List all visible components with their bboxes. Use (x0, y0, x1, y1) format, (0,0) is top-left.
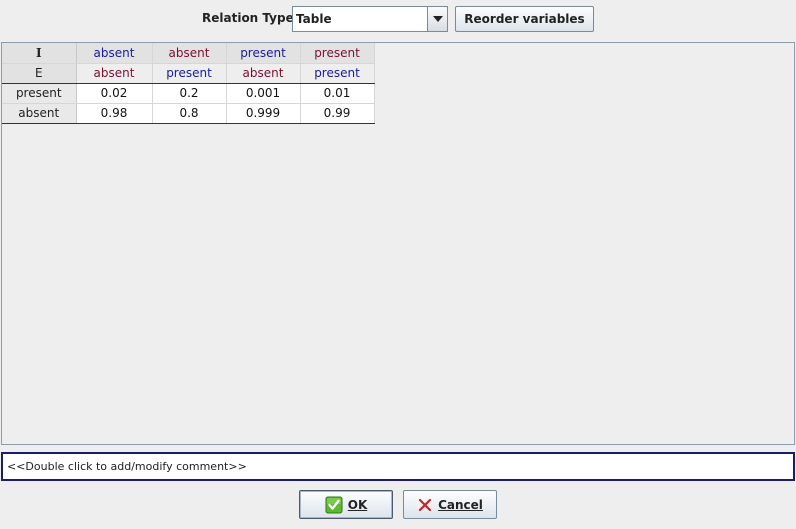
header-cell[interactable]: present (226, 43, 301, 64)
dropdown-arrow-button[interactable] (427, 7, 447, 31)
ok-label: OK (347, 497, 368, 512)
check-icon (325, 496, 343, 513)
variable-header-i: I (2, 43, 77, 64)
ok-button[interactable]: OK (299, 490, 393, 519)
cancel-label: Cancel (438, 497, 483, 512)
relation-type-value: Table (296, 12, 332, 26)
table-row: present 0.02 0.2 0.001 0.01 (2, 83, 375, 104)
probability-cell[interactable]: 0.8 (152, 103, 227, 124)
reorder-variables-button[interactable]: Reorder variables (455, 6, 594, 32)
table-row: absent 0.98 0.8 0.999 0.99 (2, 103, 375, 124)
relation-editor-dialog: Relation Type: Table Reorder variables I… (0, 0, 796, 529)
probability-cell[interactable]: 0.99 (300, 103, 375, 124)
probability-cell[interactable]: 0.02 (76, 83, 153, 104)
header-row-i: I absent absent present present (2, 43, 375, 64)
chevron-down-icon (433, 16, 443, 22)
probability-cell[interactable]: 0.2 (152, 83, 227, 104)
header-cell[interactable]: absent (152, 43, 227, 64)
cpt-table-panel: I absent absent present present E absent… (1, 42, 795, 445)
cancel-button[interactable]: Cancel (403, 490, 497, 519)
probability-cell[interactable]: 0.98 (76, 103, 153, 124)
relation-type-select[interactable]: Table (292, 6, 448, 32)
header-cell[interactable]: absent (76, 43, 153, 64)
probability-cell[interactable]: 0.001 (226, 83, 301, 104)
header-cell[interactable]: present (152, 63, 227, 84)
probability-cell[interactable]: 0.01 (300, 83, 375, 104)
row-header-absent: absent (2, 103, 77, 124)
comment-field[interactable]: <<Double click to add/modify comment>> (1, 452, 795, 481)
header-cell[interactable]: present (300, 43, 375, 64)
x-icon (418, 498, 432, 511)
relation-type-label: Relation Type: (202, 11, 299, 25)
header-cell[interactable]: absent (76, 63, 153, 84)
header-cell[interactable]: absent (226, 63, 301, 84)
row-header-present: present (2, 83, 77, 104)
variable-header-e: E (2, 63, 77, 84)
cpt-table: I absent absent present present E absent… (2, 43, 375, 124)
header-cell[interactable]: present (300, 63, 375, 84)
header-row-e: E absent present absent present (2, 63, 375, 84)
probability-cell[interactable]: 0.999 (226, 103, 301, 124)
